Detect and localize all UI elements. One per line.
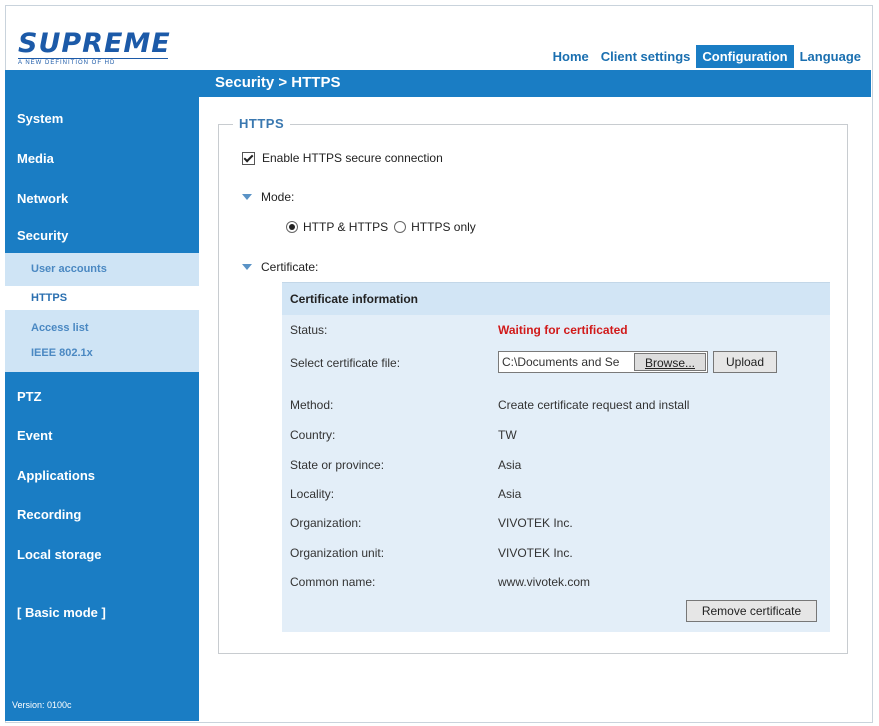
version-label: Version: 0100c (12, 700, 72, 710)
tab-configuration[interactable]: Configuration (696, 45, 794, 68)
top-navigation: Home Client settings Configuration Langu… (547, 45, 867, 68)
status-badge: Waiting for certificated (498, 323, 628, 337)
upload-button[interactable]: Upload (713, 351, 777, 373)
state-value: Asia (498, 458, 522, 472)
mode-https-only-radio[interactable] (394, 221, 407, 233)
brand-logo: SUPREME A NEW DEFINITION OF HD (18, 30, 173, 70)
sidebar-item-basic-mode[interactable]: [ Basic mode ] (17, 605, 106, 620)
security-submenu: User accounts HTTPS Access list IEEE 802… (5, 253, 199, 372)
sidebar-item-user-accounts[interactable]: User accounts (31, 263, 107, 275)
remove-certificate-button[interactable]: Remove certificate (686, 600, 817, 622)
sidebar-item-https[interactable]: HTTPS (5, 286, 199, 310)
sidebar-item-ieee-8021x[interactable]: IEEE 802.1x (31, 347, 93, 359)
country-value: TW (498, 428, 517, 442)
method-label: Method: (290, 398, 334, 412)
sidebar-item-system[interactable]: System (17, 111, 63, 126)
organization-label: Organization: (290, 516, 362, 530)
organization-unit-label: Organization unit: (290, 546, 385, 560)
enable-https-label: Enable HTTPS secure connection (262, 151, 443, 165)
sidebar-item-access-list[interactable]: Access list (31, 322, 88, 334)
mode-label: Mode: (261, 190, 295, 204)
organization-value: VIVOTEK Inc. (498, 516, 573, 530)
logo-wordmark: SUPREME (18, 28, 171, 59)
status-label: Status: (290, 323, 328, 337)
mode-https-only-label: HTTPS only (411, 220, 476, 234)
state-label: State or province: (290, 458, 385, 472)
logo-tagline: A NEW DEFINITION OF HD (18, 58, 168, 66)
chevron-down-icon (242, 264, 252, 270)
certificate-title: Certificate information (290, 292, 419, 306)
sidebar-item-recording[interactable]: Recording (17, 507, 81, 522)
sidebar-item-applications[interactable]: Applications (17, 468, 95, 483)
tab-client-settings[interactable]: Client settings (595, 45, 697, 68)
sidebar-item-security[interactable]: Security (17, 228, 68, 243)
tab-home[interactable]: Home (547, 45, 595, 68)
chevron-down-icon (242, 194, 252, 200)
mode-http-https-radio[interactable] (286, 221, 298, 233)
mode-row[interactable]: Mode: (242, 190, 294, 204)
browse-button[interactable]: Browse... (634, 353, 706, 371)
country-label: Country: (290, 428, 336, 442)
file-label: Select certificate file: (290, 356, 401, 370)
sidebar-item-network[interactable]: Network (17, 191, 68, 206)
certificate-row[interactable]: Certificate: (242, 260, 318, 274)
locality-label: Locality: (290, 487, 335, 501)
breadcrumb: Security > HTTPS (215, 74, 341, 91)
mode-http-https-label: HTTP & HTTPS (303, 220, 389, 234)
enable-https-row: Enable HTTPS secure connection (242, 151, 443, 165)
common-name-label: Common name: (290, 575, 376, 589)
header-bar (5, 70, 871, 97)
common-name-value: www.vivotek.com (498, 575, 591, 589)
sidebar-item-event[interactable]: Event (17, 428, 52, 443)
tab-language[interactable]: Language (794, 45, 867, 68)
enable-https-checkbox[interactable] (242, 151, 255, 165)
sidebar: System Media Network Security User accou… (5, 97, 199, 721)
sidebar-item-media[interactable]: Media (17, 151, 54, 166)
sidebar-item-local-storage[interactable]: Local storage (17, 547, 102, 562)
https-legend: HTTPS (233, 116, 291, 131)
method-value: Create certificate request and install (498, 398, 690, 412)
certificate-label: Certificate: (261, 260, 319, 274)
mode-options: HTTP & HTTPS HTTPS only (286, 220, 476, 234)
sidebar-item-ptz[interactable]: PTZ (17, 389, 42, 404)
organization-unit-value: VIVOTEK Inc. (498, 546, 573, 560)
locality-value: Asia (498, 487, 522, 501)
